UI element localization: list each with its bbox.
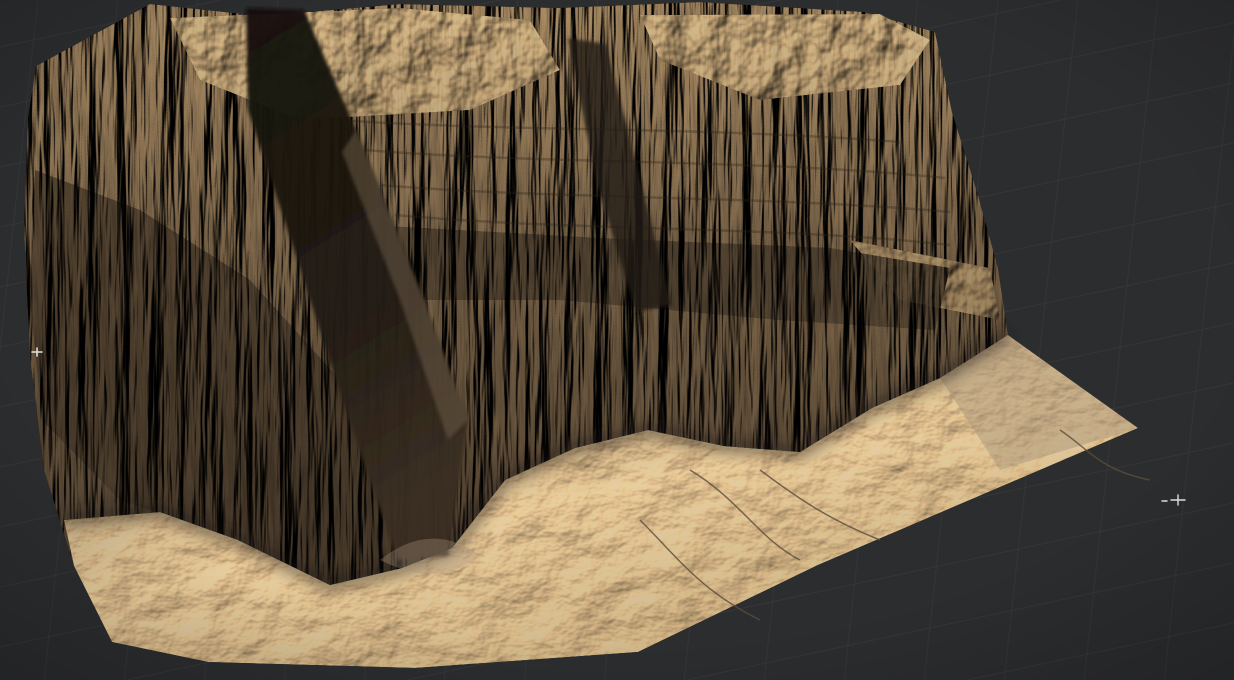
viewport[interactable] (0, 0, 1234, 680)
vignette (0, 0, 1234, 680)
viewport-canvas[interactable] (0, 0, 1234, 680)
